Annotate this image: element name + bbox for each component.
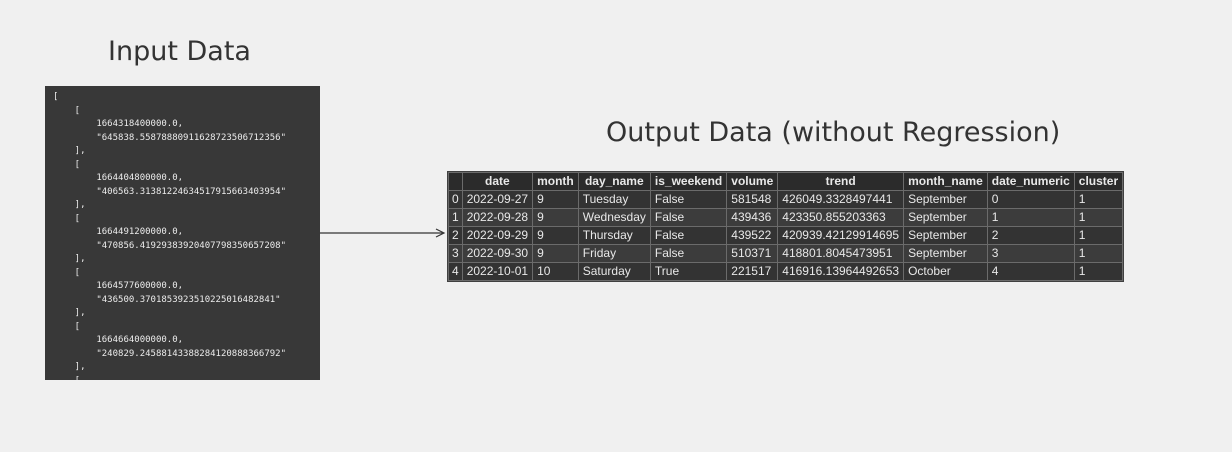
table-body: 0 2022-09-27 9 Tuesday False 581548 426049.332… (449, 191, 1123, 280)
table-cell: False (650, 245, 727, 262)
table-cell: 1 (987, 209, 1074, 226)
table-cell: September (904, 245, 987, 262)
column-header-month: month (533, 173, 578, 190)
table-cell: 9 (533, 209, 578, 226)
table-cell: October (904, 263, 987, 280)
table-cell: False (650, 191, 727, 208)
table-header-row: date month day_name is_weekend volume trend mo… (449, 173, 1123, 190)
code-line: ], (53, 362, 86, 372)
table-cell: Friday (578, 245, 650, 262)
table-cell: 3 (987, 245, 1074, 262)
column-header-date-numeric: date_numeric (987, 173, 1074, 190)
table-cell: 2022-09-27 (462, 191, 533, 208)
table-row: 2 2022-09-29 9 Thursday False 439522 420939.42… (449, 227, 1123, 244)
flow-arrow (320, 228, 446, 238)
code-line: "470856.41929383920407798350657208" (53, 240, 286, 251)
table-cell: 10 (533, 263, 578, 280)
table-cell: September (904, 227, 987, 244)
column-header-trend: trend (778, 173, 904, 190)
table-cell: 0 (987, 191, 1074, 208)
code-line: ], (53, 308, 86, 318)
table-cell: 2022-09-29 (462, 227, 533, 244)
index-column-header (449, 173, 462, 190)
row-index-cell: 2 (449, 227, 462, 244)
table-cell: 1 (1074, 245, 1123, 262)
table-cell: September (904, 191, 987, 208)
code-line: "436500.3701853923510225016482841" (53, 294, 281, 305)
table-cell: Wednesday (578, 209, 650, 226)
column-header-volume: volume (727, 173, 778, 190)
table-cell: Saturday (578, 263, 650, 280)
table-cell: 9 (533, 227, 578, 244)
table-cell: 221517 (727, 263, 778, 280)
table-cell: 418801.8045473951 (778, 245, 904, 262)
table-cell: 420939.42129914695 (778, 227, 904, 244)
column-header-date: date (462, 173, 533, 190)
code-line: [ (53, 159, 81, 170)
code-line: 1664577600000.0, (53, 281, 184, 291)
code-line: [ (53, 105, 81, 116)
table-cell: 416916.13964492653 (778, 263, 904, 280)
table-cell: 2022-09-28 (462, 209, 533, 226)
table-cell: 1 (1074, 263, 1123, 280)
table-cell: 9 (533, 245, 578, 262)
code-line: ], (53, 146, 86, 156)
table-cell: 1 (1074, 191, 1123, 208)
table-cell: 581548 (727, 191, 778, 208)
table-row: 3 2022-09-30 9 Friday False 510371 418801.8045… (449, 245, 1123, 262)
column-header-month-name: month_name (904, 173, 987, 190)
table-cell: 439522 (727, 227, 778, 244)
column-header-cluster: cluster (1074, 173, 1123, 190)
table-cell: 1 (1074, 227, 1123, 244)
code-line: "240829.24588143388284120888366792" (53, 348, 286, 359)
input-data-title: Input Data (108, 36, 251, 67)
table-cell: Thursday (578, 227, 650, 244)
code-line: "406563.31381224634517915663403954" (53, 186, 286, 197)
code-line: 1664664000000.0, (53, 335, 184, 345)
table-cell: 439436 (727, 209, 778, 226)
table-cell: 2022-09-30 (462, 245, 533, 262)
output-data-table-container: date month day_name is_weekend volume trend mo… (447, 171, 1125, 282)
code-line: [ (53, 376, 80, 381)
column-header-day-name: day_name (578, 173, 650, 190)
table-cell: 510371 (727, 245, 778, 262)
table-cell: Tuesday (578, 191, 650, 208)
code-line: [ (53, 213, 81, 224)
table-cell: True (650, 263, 727, 280)
input-data-code: [ [ 1664318400000.0, "645838.55878880911… (53, 91, 286, 380)
output-data-title: Output Data (without Regression) (606, 117, 1061, 148)
row-index-cell: 1 (449, 209, 462, 226)
table-cell: False (650, 227, 727, 244)
table-cell: False (650, 209, 727, 226)
code-line: "645838.55878880911628723506712356" (53, 132, 286, 143)
table-row: 0 2022-09-27 9 Tuesday False 581548 426049.332… (449, 191, 1123, 208)
code-line: 1664491200000.0, (53, 227, 184, 237)
table-cell: 423350.855203363 (778, 209, 904, 226)
input-data-code-panel[interactable]: [ [ 1664318400000.0, "645838.55878880911… (45, 86, 320, 380)
table-row: 4 2022-10-01 10 Saturday True 221517 416916.13… (449, 263, 1123, 280)
table-cell: 9 (533, 191, 578, 208)
code-line: [ (53, 321, 81, 332)
row-index-cell: 3 (449, 245, 462, 262)
table-cell: 1 (1074, 209, 1123, 226)
code-line: ], (53, 200, 86, 210)
code-line: 1664404800000.0, (53, 173, 184, 183)
code-line: [ (53, 92, 59, 102)
row-index-cell: 4 (449, 263, 462, 280)
column-header-is-weekend: is_weekend (650, 173, 727, 190)
table-cell: 2022-10-01 (462, 263, 533, 280)
table-cell: 4 (987, 263, 1074, 280)
table-cell: 426049.3328497441 (778, 191, 904, 208)
code-line: 1664318400000.0, (53, 119, 184, 129)
table-cell: 2 (987, 227, 1074, 244)
row-index-cell: 0 (449, 191, 462, 208)
table-cell: September (904, 209, 987, 226)
table-row: 1 2022-09-28 9 Wednesday False 439436 423350.8… (449, 209, 1123, 226)
code-line: ], (53, 254, 86, 264)
output-data-table: date month day_name is_weekend volume trend mo… (448, 172, 1124, 281)
code-line: [ (53, 267, 81, 278)
